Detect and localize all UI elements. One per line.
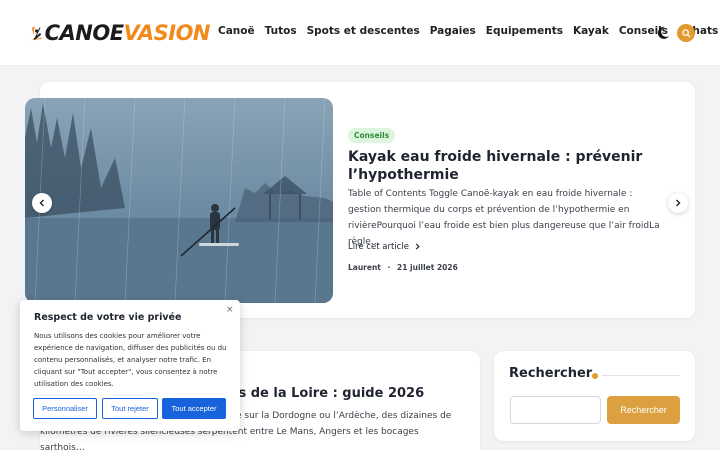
chevron-right-icon <box>415 243 420 250</box>
slider-prev-button[interactable] <box>32 193 52 213</box>
nav-item-pagaies[interactable]: Pagaies <box>430 25 476 37</box>
read-more-link[interactable]: Lire cet article <box>348 242 421 252</box>
cookie-title: Respect de votre vie privée <box>34 312 182 323</box>
search-input[interactable] <box>510 396 601 424</box>
cookie-accept-button[interactable]: Tout accepter <box>162 398 226 419</box>
meta-separator: · <box>387 263 391 272</box>
sidebar-title: Rechercher <box>509 366 593 381</box>
main-nav: Canoë Tutos Spots et descentes Pagaies E… <box>218 25 720 37</box>
slider-next-button[interactable] <box>668 193 688 213</box>
title-accent-dot <box>592 373 598 379</box>
moon-icon[interactable] <box>655 25 671 41</box>
search-submit-button[interactable]: Rechercher <box>607 396 680 424</box>
nav-item-canoe[interactable]: Canoë <box>218 25 255 37</box>
canoe-logo-icon <box>30 26 42 41</box>
read-more-label: Lire cet article <box>348 242 409 252</box>
cookie-description: Nous utilisons des cookies pour améliore… <box>34 332 227 388</box>
title-divider <box>602 375 680 376</box>
search-icon <box>681 28 691 38</box>
close-icon[interactable]: × <box>226 305 234 315</box>
chevron-right-icon <box>676 199 681 207</box>
nav-item-kayak[interactable]: Kayak <box>573 25 609 37</box>
nav-item-equipements[interactable]: Equipements <box>486 25 563 37</box>
nav-item-spots[interactable]: Spots et descentes <box>307 25 420 37</box>
site-header: CANOEVASION Canoë Tutos Spots et descent… <box>0 0 720 66</box>
article-author[interactable]: Laurent <box>348 263 381 272</box>
article-meta: Laurent · 21 juillet 2026 <box>348 263 458 272</box>
article-date: 21 juillet 2026 <box>397 263 458 272</box>
chevron-left-icon <box>39 199 44 207</box>
featured-article-image[interactable] <box>25 98 333 303</box>
article-card-title[interactable]: ys de la Loire : guide 2026 <box>230 386 424 401</box>
header-search-button[interactable] <box>677 24 695 42</box>
nav-item-tutos[interactable]: Tutos <box>265 25 297 37</box>
logo-text: CANOEVASION <box>44 21 211 45</box>
article-excerpt: Table of Contents Toggle Canoë-kayak en … <box>348 189 660 247</box>
category-tag[interactable]: Conseils <box>348 128 396 143</box>
cookie-customize-button[interactable]: Personnaliser <box>33 398 97 419</box>
cookie-reject-button[interactable]: Tout rejeter <box>102 398 158 419</box>
article-title[interactable]: Kayak eau froide hivernale : prévenir l’… <box>348 148 668 184</box>
site-logo[interactable]: CANOEVASION <box>30 10 211 56</box>
